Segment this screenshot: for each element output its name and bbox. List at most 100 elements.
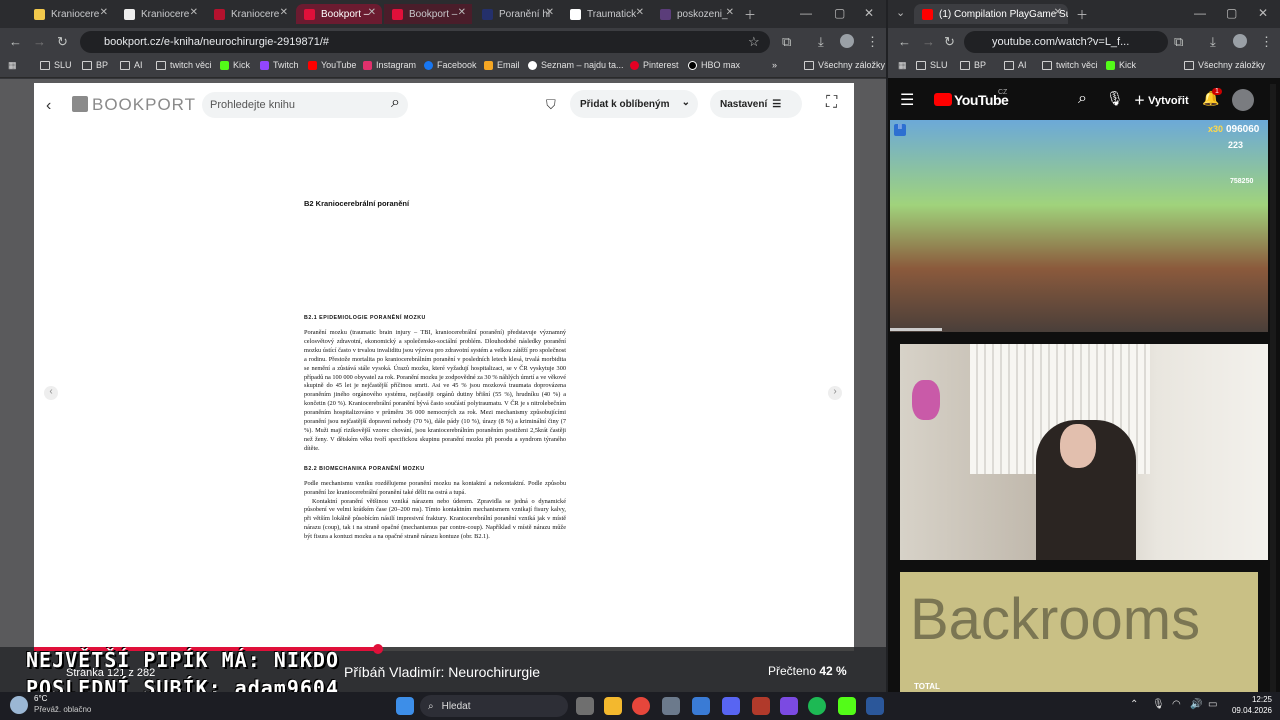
microphone-icon[interactable]: 🎙 bbox=[1152, 699, 1165, 710]
windows-start-icon[interactable] bbox=[396, 697, 414, 715]
discord-icon[interactable] bbox=[722, 697, 740, 715]
address-bar[interactable]: youtube.com/watch?v=L_f... bbox=[964, 31, 1168, 53]
app-icon[interactable] bbox=[780, 697, 798, 715]
bookmark-instagram[interactable]: Instagram bbox=[363, 60, 416, 70]
bookmark-youtube[interactable]: YouTube bbox=[308, 60, 356, 70]
minimize-icon[interactable]: — bbox=[1194, 6, 1206, 20]
bookmark-kick[interactable]: Kick bbox=[1106, 60, 1136, 70]
menu-icon[interactable]: ⋮ bbox=[866, 34, 879, 50]
close-icon[interactable]: ✕ bbox=[636, 7, 644, 18]
avatar[interactable] bbox=[1233, 34, 1247, 48]
tab-2[interactable]: Kraniocere ✕ bbox=[116, 4, 204, 24]
search-icon[interactable]: ⌕ bbox=[391, 94, 400, 112]
word-icon[interactable] bbox=[866, 697, 884, 715]
add-favorite-button[interactable]: Přidat k oblíbeným ⌄ bbox=[570, 90, 698, 118]
spotify-icon[interactable] bbox=[808, 697, 826, 715]
bookmark-twitch-veci[interactable]: twitch věci bbox=[1042, 60, 1098, 70]
forward-icon[interactable]: → bbox=[33, 34, 46, 49]
close-icon[interactable]: ✕ bbox=[368, 7, 376, 18]
chrome-icon[interactable] bbox=[632, 697, 650, 715]
chevron-down-icon[interactable]: ⌄ bbox=[682, 97, 690, 108]
wifi-icon[interactable]: ◠ bbox=[1172, 699, 1181, 710]
bookmark-seznam[interactable]: Seznam – najdu ta... bbox=[528, 60, 624, 70]
tab-6[interactable]: Poranění hl ✕ bbox=[474, 4, 560, 24]
clock-date[interactable]: 09.04.2026 bbox=[1222, 706, 1272, 715]
file-explorer-icon[interactable] bbox=[604, 697, 622, 715]
microphone-icon[interactable]: 🎙 bbox=[1106, 90, 1124, 107]
close-icon[interactable]: ✕ bbox=[280, 7, 288, 18]
back-icon[interactable]: ← bbox=[9, 34, 22, 49]
bookmark-pinterest[interactable]: Pinterest bbox=[630, 60, 679, 70]
bookmark-icon[interactable]: ⛉ bbox=[546, 97, 556, 113]
next-page-icon[interactable]: › bbox=[828, 386, 842, 400]
settings-icon[interactable] bbox=[662, 697, 680, 715]
weather-icon[interactable] bbox=[10, 696, 28, 714]
avatar[interactable] bbox=[840, 34, 854, 48]
back-icon[interactable]: ← bbox=[898, 34, 911, 49]
download-icon[interactable]: ⤓ bbox=[1210, 34, 1216, 50]
video-player-game[interactable]: II x30 096060 223 758250 bbox=[890, 120, 1268, 332]
volume-icon[interactable]: 🔊 bbox=[1190, 699, 1202, 710]
scrollbar[interactable] bbox=[1270, 84, 1276, 692]
bookmark-ai[interactable]: AI bbox=[1004, 60, 1027, 70]
tray-chevron-icon[interactable]: ⌃ bbox=[1130, 699, 1138, 710]
close-window-icon[interactable]: ✕ bbox=[864, 6, 874, 20]
video-progress[interactable] bbox=[890, 328, 942, 331]
fullscreen-icon[interactable]: ⛶ bbox=[826, 94, 837, 112]
tab-1[interactable]: Kraniocere ✕ bbox=[26, 4, 114, 24]
tab-3[interactable]: Kraniocere ✕ bbox=[206, 4, 294, 24]
kick-icon[interactable] bbox=[838, 697, 856, 715]
forward-icon[interactable]: → bbox=[922, 34, 935, 49]
extensions-icon[interactable]: ⧉ bbox=[1174, 34, 1183, 50]
bookmark-ai[interactable]: AI bbox=[120, 60, 143, 70]
close-icon[interactable]: ✕ bbox=[100, 7, 108, 18]
download-icon[interactable]: ⤓ bbox=[818, 34, 824, 50]
create-button[interactable]: ＋ Vytvořit bbox=[1134, 92, 1189, 108]
more-bookmarks-button[interactable]: » bbox=[772, 60, 777, 70]
tab-5[interactable]: Bookport – ✕ bbox=[384, 4, 472, 24]
close-window-icon[interactable]: ✕ bbox=[1258, 6, 1268, 20]
menu-icon[interactable]: ⋮ bbox=[1260, 34, 1273, 50]
obs-icon[interactable] bbox=[752, 697, 770, 715]
bookmark-slu[interactable]: SLU bbox=[916, 60, 948, 70]
search-icon[interactable]: ⌕ bbox=[1078, 90, 1087, 108]
all-bookmarks[interactable]: Všechny záložky bbox=[804, 60, 885, 70]
address-bar[interactable]: bookport.cz/e-kniha/neurochirurgie-29198… bbox=[80, 31, 770, 53]
bookmark-facebook[interactable]: Facebook bbox=[424, 60, 477, 70]
close-icon[interactable]: ✕ bbox=[190, 7, 198, 18]
hamburger-icon[interactable]: ☰ bbox=[900, 90, 914, 110]
battery-icon[interactable]: ▭ bbox=[1208, 699, 1217, 710]
extensions-icon[interactable]: ⧉ bbox=[782, 34, 791, 50]
back-arrow-icon[interactable]: ‹ bbox=[46, 97, 51, 115]
photos-icon[interactable] bbox=[692, 697, 710, 715]
reload-icon[interactable]: ↻ bbox=[57, 34, 68, 50]
bookmark-slu[interactable]: SLU bbox=[40, 60, 72, 70]
pause-icon[interactable]: II bbox=[894, 124, 906, 136]
maximize-icon[interactable]: ▢ bbox=[1226, 6, 1237, 20]
maximize-icon[interactable]: ▢ bbox=[834, 6, 845, 20]
bookmark-hbo-max[interactable]: HBO max bbox=[688, 60, 740, 70]
apps-icon[interactable]: ▦ bbox=[898, 60, 907, 71]
close-icon[interactable]: ✕ bbox=[726, 7, 734, 18]
bookmark-bp[interactable]: BP bbox=[960, 60, 986, 70]
tab-4-active[interactable]: Bookport – ✕ bbox=[296, 4, 382, 24]
close-icon[interactable]: ✕ bbox=[1054, 7, 1062, 18]
bookmark-twitch-veci[interactable]: twitch věci bbox=[156, 60, 212, 70]
settings-button[interactable]: Nastavení ☰ bbox=[710, 90, 802, 118]
task-view-icon[interactable] bbox=[576, 697, 594, 715]
all-bookmarks[interactable]: Všechny záložky bbox=[1184, 60, 1265, 70]
close-icon[interactable]: ✕ bbox=[546, 7, 554, 18]
bookmark-bp[interactable]: BP bbox=[82, 60, 108, 70]
video-thumbnail-backrooms[interactable]: Backrooms TOTAL bbox=[900, 572, 1258, 692]
star-icon[interactable]: ☆ bbox=[748, 34, 760, 50]
new-tab-icon[interactable]: ＋ bbox=[1076, 6, 1088, 23]
bookport-logo[interactable]: BOOKPORT bbox=[92, 95, 196, 115]
new-tab-icon[interactable]: ＋ bbox=[744, 6, 756, 23]
reload-icon[interactable]: ↻ bbox=[944, 34, 955, 50]
prev-page-icon[interactable]: ‹ bbox=[44, 386, 58, 400]
avatar[interactable] bbox=[1232, 89, 1254, 111]
tab-list-icon[interactable]: ⌄ bbox=[896, 6, 905, 19]
close-icon[interactable]: ✕ bbox=[458, 7, 466, 18]
apps-icon[interactable]: ▦ bbox=[8, 60, 17, 71]
clock-time[interactable]: 12:25 bbox=[1236, 695, 1272, 704]
